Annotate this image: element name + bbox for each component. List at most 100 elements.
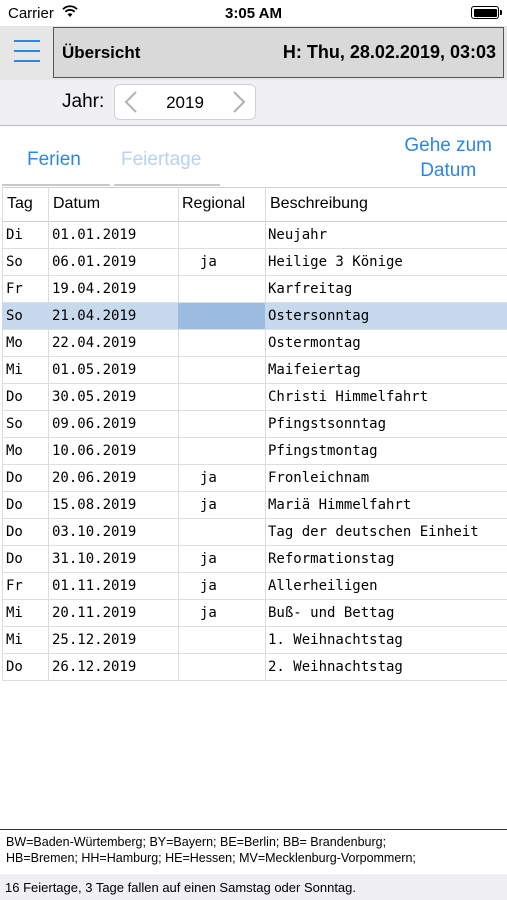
column-header-beschreibung[interactable]: Beschreibung bbox=[270, 195, 368, 213]
tab-ferien-underline bbox=[2, 184, 110, 186]
clock: 3:05 AM bbox=[225, 5, 282, 22]
table-row[interactable]: Do 30.05.2019 Christi Himmelfahrt bbox=[2, 384, 507, 411]
table-row[interactable]: Mi 25.12.2019 1. Weihnachtstag bbox=[2, 627, 507, 654]
cell-regional: ja bbox=[200, 470, 217, 486]
cell-beschreibung: Christi Himmelfahrt bbox=[268, 389, 429, 405]
title-bar: Übersicht H: Thu, 28.02.2019, 03:03 bbox=[53, 27, 504, 78]
cell-beschreibung: Ostermontag bbox=[268, 335, 361, 351]
goto-date-label-2: Datum bbox=[420, 160, 477, 181]
table-row[interactable]: Do 31.10.2019 ja Reformationstag bbox=[2, 546, 507, 573]
tab-feiertage-underline bbox=[114, 184, 220, 186]
column-header-tag[interactable]: Tag bbox=[7, 195, 33, 213]
chevron-left-icon[interactable] bbox=[117, 85, 147, 119]
table-row[interactable]: Di 01.01.2019 Neujahr bbox=[2, 222, 507, 249]
cell-datum: 20.06.2019 bbox=[52, 470, 137, 486]
cell-beschreibung: Heilige 3 Könige bbox=[268, 254, 403, 270]
cell-tag: Mo bbox=[6, 335, 23, 351]
cell-tag: Do bbox=[6, 659, 23, 675]
chevron-right-icon[interactable] bbox=[223, 85, 253, 119]
cell-tag: Fr bbox=[6, 578, 23, 594]
cell-datum: 01.11.2019 bbox=[52, 578, 137, 594]
cell-beschreibung: Karfreitag bbox=[268, 281, 353, 297]
cell-regional: ja bbox=[200, 497, 217, 513]
cell-tag: So bbox=[6, 308, 23, 324]
cell-datum: 15.08.2019 bbox=[52, 497, 137, 513]
hamburger-menu-icon[interactable] bbox=[14, 40, 40, 64]
table-row[interactable]: Do 26.12.2019 2. Weihnachtstag bbox=[2, 654, 507, 681]
table-row[interactable]: Do 15.08.2019 ja Mariä Himmelfahrt bbox=[2, 492, 507, 519]
table-row[interactable]: Fr 19.04.2019 Karfreitag bbox=[2, 276, 507, 303]
cell-beschreibung: Pfingstmontag bbox=[268, 443, 378, 459]
cell-tag: Do bbox=[6, 524, 23, 540]
cell-datum: 19.04.2019 bbox=[52, 281, 137, 297]
legend-line: HB=Bremen; HH=Hamburg; HE=Hessen; MV=Mec… bbox=[6, 851, 416, 865]
cell-regional: ja bbox=[200, 551, 217, 567]
year-label: Jahr: bbox=[62, 91, 105, 112]
year-bar: Jahr: 2019 bbox=[0, 80, 507, 126]
cell-datum: 01.01.2019 bbox=[52, 227, 137, 243]
cell-datum: 22.04.2019 bbox=[52, 335, 137, 351]
year-value: 2019 bbox=[166, 93, 204, 112]
table-row[interactable]: Do 20.06.2019 ja Fronleichnam bbox=[2, 465, 507, 492]
cell-tag: Mi bbox=[6, 632, 23, 648]
cell-datum: 09.06.2019 bbox=[52, 416, 137, 432]
cell-tag: Mi bbox=[6, 605, 23, 621]
cell-beschreibung: Mariä Himmelfahrt bbox=[268, 497, 412, 513]
table-row[interactable]: Fr 01.11.2019 ja Allerheiligen bbox=[2, 573, 507, 600]
cell-beschreibung: Pfingstsonntag bbox=[268, 416, 387, 432]
table-row[interactable]: Mo 10.06.2019 Pfingstmontag bbox=[2, 438, 507, 465]
tab-bar: Ferien Feiertage Gehe zum Datum bbox=[0, 127, 507, 187]
goto-date-label-1: Gehe zum bbox=[404, 135, 492, 156]
cell-tag: Do bbox=[6, 497, 23, 513]
table-row[interactable]: So 06.01.2019 ja Heilige 3 Könige bbox=[2, 249, 507, 276]
cell-beschreibung: 2. Weihnachtstag bbox=[268, 659, 403, 675]
cell-datum: 21.04.2019 bbox=[52, 308, 137, 324]
tab-ferien[interactable]: Ferien bbox=[27, 149, 81, 171]
page-title: Übersicht bbox=[62, 43, 141, 62]
table-row[interactable]: Mi 20.11.2019 ja Buß- und Bettag bbox=[2, 600, 507, 627]
cell-beschreibung: Fronleichnam bbox=[268, 470, 370, 486]
cell-tag: Fr bbox=[6, 281, 23, 297]
cell-datum: 06.01.2019 bbox=[52, 254, 137, 270]
table-header: Tag Datum Regional Beschreibung bbox=[2, 187, 507, 222]
cell-beschreibung: Ostersonntag bbox=[268, 308, 370, 324]
cell-beschreibung: Reformationstag bbox=[268, 551, 395, 567]
cell-beschreibung: Allerheiligen bbox=[268, 578, 378, 594]
cell-tag: Mi bbox=[6, 362, 23, 378]
cell-tag: So bbox=[6, 254, 23, 270]
cell-regional: ja bbox=[200, 254, 217, 270]
table-row[interactable]: Mi 01.05.2019 Maifeiertag bbox=[2, 357, 507, 384]
battery-icon bbox=[471, 6, 502, 19]
summary-bar: 16 Feiertage, 3 Tage fallen auf einen Sa… bbox=[0, 874, 507, 900]
cell-datum: 10.06.2019 bbox=[52, 443, 137, 459]
table-row[interactable]: So 21.04.2019 Ostersonntag bbox=[2, 303, 507, 330]
cell-beschreibung: Buß- und Bettag bbox=[268, 605, 395, 621]
cell-datum: 30.05.2019 bbox=[52, 389, 137, 405]
cell-regional: ja bbox=[200, 605, 217, 621]
cell-datum: 31.10.2019 bbox=[52, 551, 137, 567]
cell-datum: 01.05.2019 bbox=[52, 362, 137, 378]
table-row[interactable]: Do 03.10.2019 Tag der deutschen Einheit bbox=[2, 519, 507, 546]
cell-tag: Do bbox=[6, 470, 23, 486]
cell-tag: Do bbox=[6, 551, 23, 567]
legend-line: BW=Baden-Würtemberg; BY=Bayern; BE=Berli… bbox=[6, 835, 387, 849]
cell-tag: Do bbox=[6, 389, 23, 405]
table-row[interactable]: So 09.06.2019 Pfingstsonntag bbox=[2, 411, 507, 438]
cell-datum: 03.10.2019 bbox=[52, 524, 137, 540]
cell-tag: Di bbox=[6, 227, 23, 243]
column-header-datum[interactable]: Datum bbox=[53, 195, 100, 213]
cell-beschreibung: 1. Weihnachtstag bbox=[268, 632, 403, 648]
tab-feiertage[interactable]: Feiertage bbox=[121, 149, 201, 171]
cell-datum: 26.12.2019 bbox=[52, 659, 137, 675]
column-header-regional[interactable]: Regional bbox=[182, 195, 245, 213]
cell-tag: So bbox=[6, 416, 23, 432]
goto-date-button[interactable]: Gehe zum Datum bbox=[404, 133, 492, 183]
cell-tag: Mo bbox=[6, 443, 23, 459]
year-stepper[interactable]: 2019 bbox=[114, 84, 256, 120]
cell-beschreibung: Tag der deutschen Einheit bbox=[268, 524, 479, 540]
table-row[interactable]: Mo 22.04.2019 Ostermontag bbox=[2, 330, 507, 357]
cell-beschreibung: Neujahr bbox=[268, 227, 328, 243]
status-bar: Carrier 3:05 AM bbox=[0, 0, 507, 26]
cell-regional: ja bbox=[200, 578, 217, 594]
selected-cell bbox=[178, 303, 265, 329]
